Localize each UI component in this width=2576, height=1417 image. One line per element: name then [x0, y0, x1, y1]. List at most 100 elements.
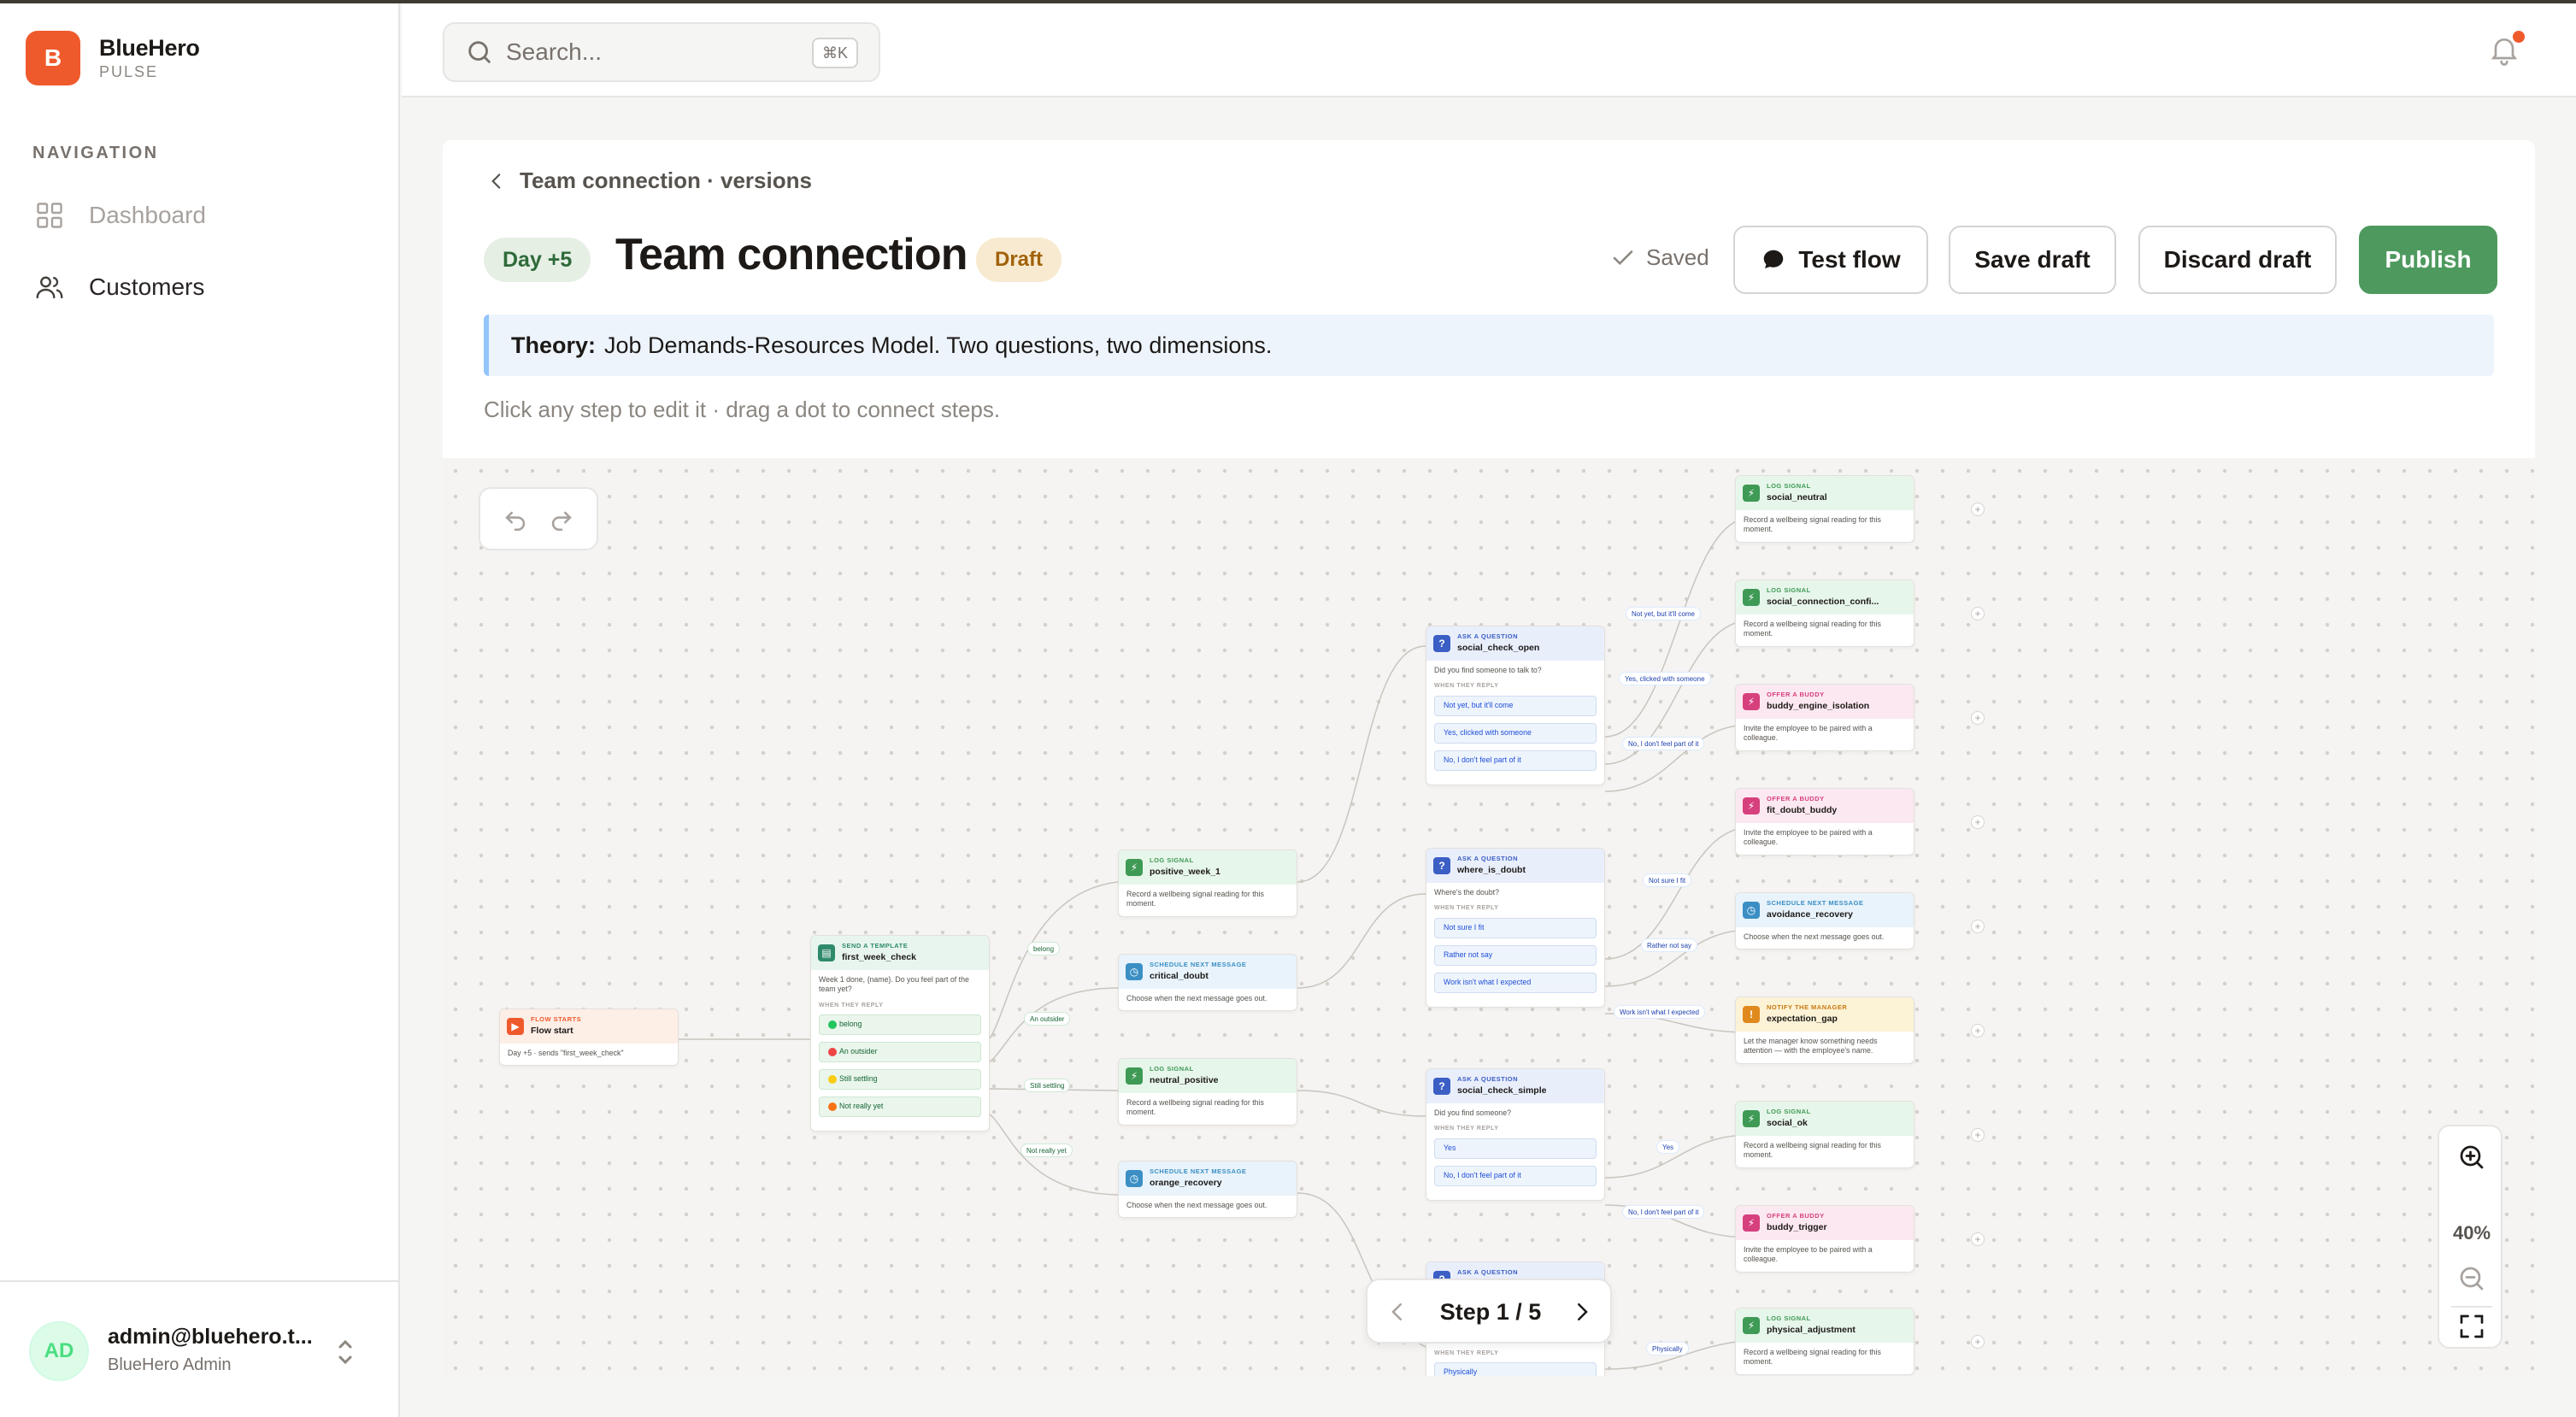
flow-node-orange-recovery[interactable]: ◷ SCHEDULE NEXT MESSAGE orange_recovery … [1118, 1161, 1297, 1219]
edge-label: Yes [1656, 1140, 1680, 1154]
flow-node-buddy-trigger[interactable]: ⚡ OFFER A BUDDY buddy_trigger Invite the… [1735, 1205, 1914, 1273]
bolt-icon: ⚡ [1743, 1110, 1760, 1127]
bolt-icon: ⚡ [1126, 859, 1143, 876]
bolt-icon: ⚡ [1743, 485, 1760, 502]
save-draft-button[interactable]: Save draft [1949, 226, 2116, 294]
history-controls [479, 487, 598, 550]
publish-button[interactable]: Publish [2359, 226, 2497, 294]
saved-label: Saved [1646, 244, 1709, 270]
flow-node-buddy-engine-isolation[interactable]: ⚡ OFFER A BUDDY buddy_engine_isolation I… [1735, 684, 1914, 751]
add-step-button[interactable]: + [1971, 1232, 1985, 1246]
flow-node-critical-doubt[interactable]: ◷ SCHEDULE NEXT MESSAGE critical_doubt C… [1118, 954, 1297, 1012]
undo-icon[interactable] [501, 504, 530, 533]
editor-hint: Click any step to edit it · drag a dot t… [484, 397, 1001, 422]
clock-icon: ◷ [1743, 902, 1760, 919]
divider [2451, 1306, 2492, 1308]
edge-label: Physically [1646, 1342, 1689, 1355]
add-step-button[interactable]: + [1971, 711, 1985, 725]
day-badge: Day +5 [484, 238, 591, 282]
sidebar-item-dashboard[interactable]: Dashboard [32, 198, 206, 232]
flow-node-social-neutral[interactable]: ⚡ LOG SIGNAL social_neutral Record a wel… [1735, 475, 1914, 543]
flow-node-social-check-open[interactable]: ? ASK A QUESTION social_check_open Did y… [1426, 626, 1605, 785]
add-step-button[interactable]: + [1971, 607, 1985, 620]
brand-subtitle: PULSE [99, 63, 159, 80]
add-step-button[interactable]: + [1971, 815, 1985, 829]
flow-node-avoidance-recovery[interactable]: ◷ SCHEDULE NEXT MESSAGE avoidance_recove… [1735, 892, 1914, 950]
reply-option[interactable]: belong [819, 1014, 981, 1035]
step-navigator: Step 1 / 5 [1366, 1279, 1612, 1344]
reply-option[interactable]: Rather not say [1434, 944, 1597, 966]
search-input[interactable] [506, 38, 797, 66]
reply-option[interactable]: Physically [1434, 1362, 1597, 1376]
reply-option[interactable]: Not yet, but it'll come [1434, 695, 1597, 716]
buddy-icon: ⚡ [1743, 693, 1760, 710]
fit-view-icon[interactable] [2456, 1311, 2487, 1342]
flow-node-where-is-doubt[interactable]: ? ASK A QUESTION where_is_doubt Where's … [1426, 848, 1605, 1008]
add-step-button[interactable]: + [1971, 1128, 1985, 1142]
edge-label: Rather not say [1641, 938, 1698, 952]
flow-node-neutral-positive[interactable]: ⚡ LOG SIGNAL neutral_positive Record a w… [1118, 1058, 1297, 1126]
alert-icon: ! [1743, 1006, 1760, 1023]
breadcrumb-label: Team connection · versions [520, 168, 812, 193]
edge-label: No, I don't feel part of it [1622, 1205, 1705, 1219]
search-icon [465, 38, 494, 67]
chevron-right-icon[interactable] [1569, 1299, 1595, 1325]
sidebar-item-customers[interactable]: Customers [32, 270, 204, 304]
brand-logo: B [26, 31, 80, 85]
bolt-icon: ⚡ [1126, 1067, 1143, 1085]
search-box[interactable]: ⌘K [443, 22, 880, 82]
reply-option[interactable]: Not really yet [819, 1096, 981, 1117]
flow-node-expectation-gap[interactable]: ! NOTIFY THE MANAGER expectation_gap Let… [1735, 997, 1914, 1064]
shortcut-hint: ⌘K [811, 38, 858, 68]
reply-option[interactable]: Not sure I fit [1434, 917, 1597, 938]
user-menu[interactable]: AD admin@bluehero.t... BlueHero Admin [0, 1280, 400, 1417]
status-badge: Draft [976, 238, 1062, 282]
buddy-icon: ⚡ [1743, 1214, 1760, 1232]
reply-option[interactable]: Work isn't what I expected [1434, 972, 1597, 993]
question-icon: ? [1433, 635, 1450, 652]
theory-callout: Theory: Job Demands-Resources Model. Two… [484, 315, 2494, 376]
reply-option[interactable]: No, I don't feel part of it [1434, 1165, 1597, 1186]
flow-node-positive-week-1[interactable]: ⚡ LOG SIGNAL positive_week_1 Record a we… [1118, 850, 1297, 917]
edge-label: Yes, clicked with someone [1619, 672, 1711, 685]
avatar: AD [29, 1321, 89, 1381]
discard-draft-button[interactable]: Discard draft [2138, 226, 2337, 294]
test-flow-button[interactable]: Test flow [1733, 226, 1928, 294]
question-icon: ? [1433, 857, 1450, 874]
flow-node-social-check-simple[interactable]: ? ASK A QUESTION social_check_simple Did… [1426, 1068, 1605, 1201]
flow-node-start[interactable]: ▶ FLOW STARTS Flow start Day +5 · sends … [499, 1008, 679, 1067]
reply-option[interactable]: Yes, clicked with someone [1434, 722, 1597, 744]
reply-option[interactable]: An outsider [819, 1041, 981, 1062]
redo-icon[interactable] [547, 504, 576, 533]
check-icon [1610, 245, 1636, 271]
reply-option[interactable]: Still settling [819, 1068, 981, 1090]
edge-label: Not yet, but it'll come [1626, 607, 1701, 620]
add-step-button[interactable]: + [1971, 503, 1985, 516]
reply-option[interactable]: No, I don't feel part of it [1434, 750, 1597, 771]
reply-option[interactable]: Yes [1434, 1138, 1597, 1159]
chevron-up-down-icon[interactable] [333, 1335, 357, 1369]
add-step-button[interactable]: + [1971, 920, 1985, 933]
flow-node-fit-doubt-buddy[interactable]: ⚡ OFFER A BUDDY fit_doubt_buddy Invite t… [1735, 788, 1914, 855]
flow-node-template[interactable]: ▤ SEND A TEMPLATE first_week_check Week … [810, 935, 990, 1132]
edge-label: Work isn't what I expected [1614, 1005, 1705, 1019]
flow-canvas[interactable]: ▶ FLOW STARTS Flow start Day +5 · sends … [443, 458, 2535, 1376]
saved-indicator: Saved [1610, 244, 1709, 271]
flow-node-physical-adjustment[interactable]: ⚡ LOG SIGNAL physical_adjustment Record … [1735, 1308, 1914, 1375]
breadcrumb[interactable]: Team connection · versions [485, 168, 812, 194]
question-icon: ? [1433, 1078, 1450, 1095]
brand[interactable]: B BlueHero PULSE [26, 31, 200, 85]
template-icon: ▤ [818, 944, 835, 961]
user-role: BlueHero Admin [108, 1355, 232, 1374]
add-step-button[interactable]: + [1971, 1024, 1985, 1038]
flow-node-social-ok[interactable]: ⚡ LOG SIGNAL social_ok Record a wellbein… [1735, 1101, 1914, 1168]
flag-icon: ▶ [507, 1018, 524, 1035]
zoom-in-icon[interactable] [2456, 1142, 2487, 1173]
grid-icon [32, 198, 67, 232]
clock-icon: ◷ [1126, 1170, 1143, 1187]
flow-node-social-connection[interactable]: ⚡ LOG SIGNAL social_connection_confi... … [1735, 579, 1914, 647]
edge-label: An outsider [1024, 1012, 1071, 1026]
zoom-out-icon[interactable] [2456, 1263, 2487, 1294]
theory-text: Job Demands-Resources Model. Two questio… [604, 332, 1273, 358]
add-step-button[interactable]: + [1971, 1335, 1985, 1349]
